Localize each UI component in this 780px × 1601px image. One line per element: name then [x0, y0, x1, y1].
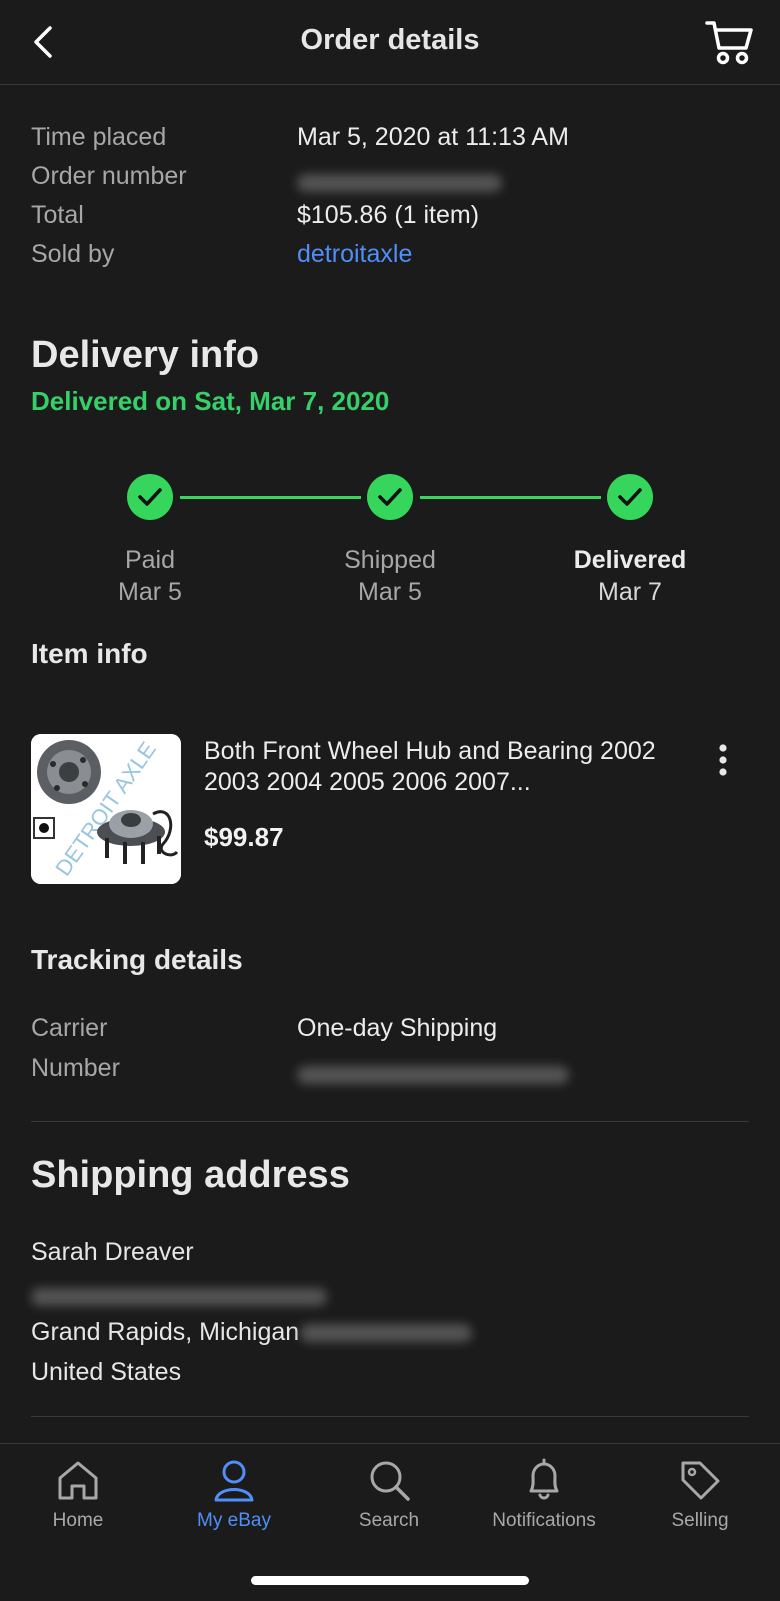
order-number-redacted	[297, 170, 502, 199]
top-nav-bar: Order details	[0, 0, 780, 85]
item-info-heading: Item info	[31, 638, 148, 669]
step-delivered-label: Delivered	[573, 546, 687, 574]
tracking-number-label: Number	[31, 1054, 120, 1082]
tab-selling[interactable]: Selling	[625, 1458, 775, 1532]
item-price: $99.87	[204, 822, 284, 852]
carrier-label: Carrier	[31, 1014, 108, 1042]
shipping-address-heading: Shipping address	[31, 1154, 350, 1196]
time-placed-label: Time placed	[31, 123, 167, 151]
search-icon	[370, 1461, 410, 1501]
city-state-line: Grand Rapids, Michigan	[31, 1318, 473, 1347]
total-label: Total	[31, 201, 84, 229]
step-delivered-date: Mar 7	[598, 578, 662, 606]
item-title-link[interactable]: Both Front Wheel Hub and Bearing 2002 20…	[204, 736, 664, 798]
order-number-label: Order number	[31, 162, 187, 190]
tab-home-label: Home	[52, 1510, 104, 1531]
progress-line-1	[180, 496, 361, 499]
city-state-text: Grand Rapids, Michigan	[31, 1318, 300, 1346]
divider	[31, 1121, 749, 1122]
tab-notifications-label: Notifications	[492, 1510, 596, 1531]
zip-redacted	[300, 1324, 473, 1343]
tab-search-label: Search	[358, 1510, 420, 1531]
item-thumbnail[interactable]: DETROIT AXLE	[31, 734, 181, 884]
item-more-button[interactable]	[710, 742, 736, 782]
tab-search[interactable]: Search	[314, 1458, 464, 1532]
tab-home[interactable]: Home	[3, 1458, 153, 1532]
total-value: $105.86 (1 item)	[297, 201, 480, 229]
home-icon	[58, 1461, 98, 1500]
country: United States	[31, 1358, 182, 1386]
sold-by-label: Sold by	[31, 240, 115, 268]
time-placed-value: Mar 5, 2020 at 11:13 AM	[297, 123, 569, 151]
tab-selling-label: Selling	[671, 1510, 729, 1531]
progress-line-2	[420, 496, 601, 499]
tab-my-ebay[interactable]: My eBay	[159, 1458, 309, 1532]
person-icon	[214, 1460, 254, 1502]
seller-link[interactable]: detroitaxle	[297, 240, 412, 269]
more-vertical-icon	[719, 744, 727, 776]
recipient-name: Sarah Dreaver	[31, 1238, 194, 1266]
home-indicator[interactable]	[251, 1576, 529, 1585]
wheel-hub-image: DETROIT AXLE	[31, 734, 181, 884]
divider	[31, 1416, 749, 1417]
tracking-number-redacted[interactable]	[297, 1062, 569, 1091]
cart-icon	[705, 21, 753, 65]
step-shipped-check-icon	[367, 474, 413, 520]
step-shipped-label: Shipped	[344, 546, 436, 574]
step-paid-check-icon	[127, 474, 173, 520]
cart-button[interactable]	[704, 18, 754, 66]
step-delivered-check-icon	[607, 474, 653, 520]
step-paid-label: Paid	[124, 546, 176, 574]
tracking-details-heading: Tracking details	[31, 944, 243, 975]
delivery-status: Delivered on Sat, Mar 7, 2020	[31, 386, 390, 416]
delivery-info-heading: Delivery info	[31, 334, 260, 376]
step-paid-date: Mar 5	[118, 578, 182, 606]
page-title: Order details	[300, 24, 480, 56]
street-address-redacted	[31, 1284, 327, 1313]
step-shipped-date: Mar 5	[358, 578, 422, 606]
tag-icon	[681, 1461, 720, 1500]
tab-my-ebay-label: My eBay	[197, 1510, 271, 1531]
carrier-value: One-day Shipping	[297, 1014, 498, 1042]
bell-icon	[529, 1458, 559, 1500]
tab-notifications[interactable]: Notifications	[469, 1458, 619, 1532]
